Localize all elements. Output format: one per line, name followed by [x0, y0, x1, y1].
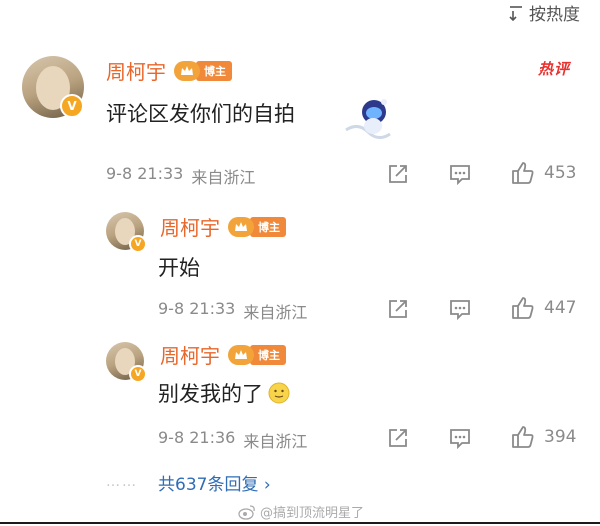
like-count: 453 [544, 163, 577, 183]
verified-badge-icon: V [60, 94, 84, 118]
like-button[interactable]: 394 [510, 424, 576, 450]
reply-text: 开始 [158, 256, 200, 280]
divider-dots: …… [106, 474, 138, 490]
verified-badge-icon: V [129, 365, 147, 383]
username[interactable]: 周柯宇 [160, 340, 220, 369]
reply-icon[interactable] [448, 297, 472, 321]
comment-location: 来自浙江 [191, 168, 256, 187]
reply-text: 别发我的了 [158, 382, 263, 406]
sort-icon [509, 5, 522, 21]
like-count: 394 [544, 427, 577, 447]
thumbs-up-icon [512, 426, 534, 448]
username[interactable]: 周柯宇 [106, 56, 166, 85]
username[interactable]: 周柯宇 [160, 212, 220, 241]
blogger-badge: 博主 [228, 344, 286, 365]
blogger-badge: 博主 [174, 60, 232, 81]
sort-by-hot-button[interactable]: 按热度 [507, 0, 580, 25]
reply-location: 来自浙江 [243, 432, 308, 451]
like-button[interactable]: 447 [510, 295, 576, 321]
comment-text: 评论区发你们的自拍 [106, 102, 295, 126]
share-icon[interactable] [386, 162, 410, 186]
reply-time: 9-8 21:36 [158, 428, 236, 447]
blogger-crown-icon [174, 60, 200, 81]
hot-comment-tag: 热评 [537, 60, 570, 78]
thumbs-up-icon [512, 297, 534, 319]
like-count: 447 [544, 298, 577, 318]
sort-label: 按热度 [529, 5, 580, 25]
blogger-crown-icon [228, 216, 254, 237]
blogger-crown-icon [228, 344, 254, 365]
bottom-divider [0, 522, 600, 524]
thumbs-up-icon [512, 162, 534, 184]
reply-icon[interactable] [448, 162, 472, 186]
reply-time: 9-8 21:33 [158, 299, 236, 318]
share-icon[interactable] [386, 426, 410, 450]
view-more-replies-link[interactable]: 共637条回复 › [158, 470, 271, 495]
blogger-badge: 博主 [228, 216, 286, 237]
weibo-logo-icon [238, 504, 255, 520]
reply-icon[interactable] [448, 426, 472, 450]
watermark: @搞到顶流明星了 [238, 502, 364, 521]
like-button[interactable]: 453 [510, 160, 576, 186]
share-icon[interactable] [386, 297, 410, 321]
comment-time: 9-8 21:33 [106, 164, 184, 183]
astronaut-emoji-icon [345, 99, 391, 139]
reply-location: 来自浙江 [243, 303, 308, 322]
verified-badge-icon: V [129, 235, 147, 253]
smile-emoji-icon [268, 382, 290, 404]
